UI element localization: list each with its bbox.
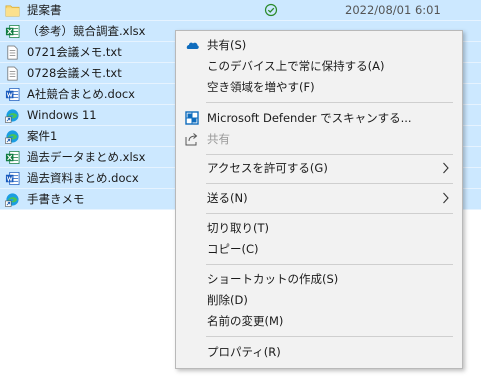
file-row-folder[interactable]: 提案書 2022/08/01 6:01 <box>0 0 481 21</box>
menu-separator <box>206 102 453 103</box>
menu-label: 共有(S) <box>207 38 247 52</box>
menu-label: 切り取り(T) <box>207 221 269 235</box>
file-name: 案件1 <box>27 129 58 143</box>
chevron-right-icon <box>443 192 449 204</box>
file-name: 0721会議メモ.txt <box>27 45 122 59</box>
menu-label: アクセスを許可する(G) <box>207 161 328 175</box>
menu-label: 送る(N) <box>207 191 248 205</box>
excel-file-icon <box>5 25 20 38</box>
menu-label: 削除(D) <box>207 293 248 307</box>
menu-label: 名前の変更(M) <box>207 314 284 328</box>
menu-item-onedrive-share[interactable]: 共有(S) <box>176 34 462 56</box>
chevron-right-icon <box>443 162 449 174</box>
menu-item-free-space[interactable]: 空き領域を増やす(F) <box>176 76 462 98</box>
edge-shortcut-icon <box>5 130 19 144</box>
menu-label: 共有 <box>207 132 230 146</box>
menu-label: 空き領域を増やす(F) <box>207 80 315 94</box>
menu-item-create-shortcut[interactable]: ショートカットの作成(S) <box>176 268 462 290</box>
excel-file-icon <box>5 151 20 164</box>
file-name: 提案書 <box>27 3 62 17</box>
file-name: （参考）競合調査.xlsx <box>27 24 146 38</box>
text-file-icon <box>7 66 18 81</box>
defender-shield-icon <box>185 111 199 125</box>
file-name: 0728会議メモ.txt <box>27 66 122 80</box>
menu-separator <box>206 264 453 265</box>
edge-shortcut-icon <box>5 193 19 207</box>
edge-shortcut-icon <box>5 109 19 123</box>
menu-separator <box>206 183 453 184</box>
menu-item-rename[interactable]: 名前の変更(M) <box>176 310 462 332</box>
synced-check-icon <box>264 3 278 17</box>
menu-label: このデバイス上で常に保持する(A) <box>207 59 385 73</box>
share-arrow-icon <box>185 133 198 146</box>
menu-item-delete[interactable]: 削除(D) <box>176 289 462 311</box>
menu-item-defender-scan[interactable]: Microsoft Defender でスキャンする... <box>176 107 462 129</box>
menu-item-copy[interactable]: コピー(C) <box>176 238 462 260</box>
menu-item-always-keep[interactable]: このデバイス上で常に保持する(A) <box>176 55 462 77</box>
context-menu: 共有(S) このデバイス上で常に保持する(A) 空き領域を増やす(F) Micr… <box>175 30 463 369</box>
menu-label: ショートカットの作成(S) <box>207 272 339 286</box>
file-name: 過去データまとめ.xlsx <box>27 150 146 164</box>
onedrive-cloud-icon <box>186 42 199 49</box>
file-name: 過去資料まとめ.docx <box>27 171 139 185</box>
file-name: Windows 11 <box>27 108 97 122</box>
folder-icon <box>5 5 20 17</box>
word-file-icon <box>5 172 20 185</box>
menu-item-send-to[interactable]: 送る(N) <box>176 187 462 209</box>
menu-label: プロパティ(R) <box>207 345 281 359</box>
menu-item-cut[interactable]: 切り取り(T) <box>176 217 462 239</box>
menu-item-properties[interactable]: プロパティ(R) <box>176 341 462 363</box>
file-date: 2022/08/01 6:01 <box>345 3 441 17</box>
menu-label: コピー(C) <box>207 242 259 256</box>
menu-item-give-access[interactable]: アクセスを許可する(G) <box>176 157 462 179</box>
menu-separator <box>206 213 453 214</box>
word-file-icon <box>5 88 20 101</box>
file-name: A社競合まとめ.docx <box>27 87 135 101</box>
file-explorer-screen: 提案書 2022/08/01 6:01 （参考）競合調査.xlsx 0721会議… <box>0 0 481 377</box>
menu-label: Microsoft Defender でスキャンする... <box>207 111 412 125</box>
menu-item-share: 共有 <box>176 128 462 150</box>
menu-separator <box>206 154 453 155</box>
text-file-icon <box>7 45 18 60</box>
file-name: 手書きメモ <box>27 192 85 206</box>
menu-separator <box>206 336 453 337</box>
